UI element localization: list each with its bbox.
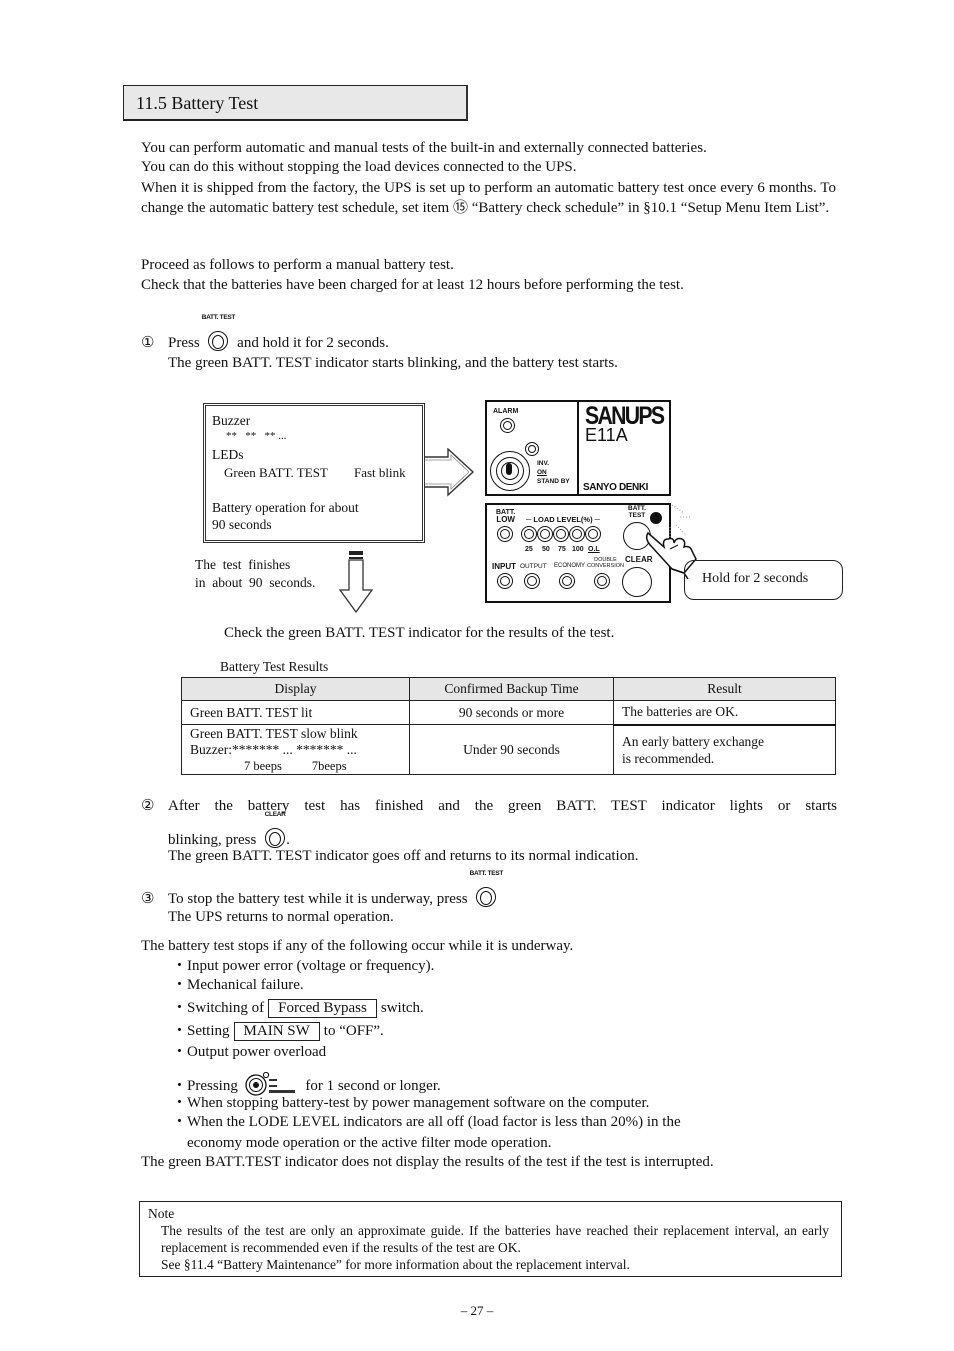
interrupted-note: The green BATT.TEST indicator does not d… [141, 1154, 714, 1170]
ups-panel-top: ALARM INV. ON STAND BY SANUPS E11A SANYO… [485, 400, 671, 496]
batt-low-label: BATT. LOW [496, 509, 516, 524]
section-title-box: 11.5 Battery Test [123, 85, 468, 121]
stop-item: ・Input power error (voltage or frequency… [172, 958, 435, 974]
load-led-75 [553, 526, 569, 542]
right-arrow-icon [425, 448, 475, 497]
stop-item: ・Mechanical failure. [172, 977, 304, 993]
manual-intro-line-2: Check that the batteries have been charg… [141, 277, 684, 293]
manual-intro-line-1: Proceed as follows to perform a manual b… [141, 257, 454, 273]
section-title: 11.5 Battery Test [136, 93, 259, 113]
table-header-row: Display Confirmed Backup Time Result [181, 677, 836, 701]
stop-item-lode-level: ・When the LODE LEVEL indicators are all … [172, 1114, 681, 1130]
batt-test-button-icon: BATT. TEST [202, 314, 235, 352]
batt-low-led [497, 526, 513, 542]
model-name: E11A [585, 425, 628, 445]
output-led [524, 573, 540, 589]
note-label: Note [148, 1206, 175, 1221]
stop-item: ・Output power overload [172, 1044, 327, 1060]
load-led-50 [537, 526, 553, 542]
check-results-text: Check the green BATT. TEST indicator for… [224, 625, 615, 641]
intro-line-2: You can do this without stopping the loa… [141, 159, 577, 175]
step-3-detail: The UPS returns to normal operation. [168, 909, 394, 925]
header-result: Result [613, 677, 836, 701]
table-row: Green BATT. TEST lit 90 seconds or more … [181, 700, 836, 726]
maker-name: SANYO DENKI [583, 482, 649, 493]
table-row: Green BATT. TEST slow blink Buzzer:*****… [181, 724, 836, 775]
load-level-label: ─ LOAD LEVEL(%) ─ [526, 515, 600, 524]
step-1-detail: The green BATT. TEST indicator starts bl… [168, 355, 618, 371]
stop-conditions-intro: The battery test stops if any of the fol… [141, 938, 574, 954]
inv-led [525, 442, 539, 456]
hold-callout: Hold for 2 seconds [684, 560, 843, 600]
header-backup-time: Confirmed Backup Time [409, 677, 614, 701]
intro-paragraph-schedule: When it is shipped from the factory, the… [141, 180, 836, 216]
header-display: Display [181, 677, 410, 701]
step-2: ② After the battery test has finished and… [141, 798, 837, 814]
down-arrow-icon [338, 551, 374, 614]
clear-button-icon: CLEAR [264, 811, 286, 849]
load-led-25 [521, 526, 537, 542]
stop-item: ・When stopping battery-test by power man… [172, 1095, 650, 1111]
input-led [497, 573, 513, 589]
stop-item-forced-bypass: ・Switching of Forced Bypass switch. [172, 999, 424, 1018]
stop-item-pressing: ・Pressing for 1 second or longer. [172, 1071, 441, 1097]
buzzer-pattern: ** ** ** ... [226, 430, 287, 442]
load-led-ol [585, 526, 601, 542]
test-status-box: Buzzer ** ** ** ... LEDs Green BATT. TES… [203, 403, 425, 543]
double-conversion-led [594, 573, 610, 589]
inv-switch-icon [244, 1071, 295, 1096]
page-number: – 27 – [460, 1303, 494, 1318]
test-finish-note: The test finishes in about 90 seconds. [195, 557, 316, 590]
step-2-detail: The green BATT. TEST indicator goes off … [168, 848, 639, 864]
double-conversion-label: DOUBLE CONVERSION [587, 557, 624, 569]
batt-test-button-icon: BATT. TEST [470, 870, 503, 908]
intro-line-1: You can perform automatic and manual tes… [141, 140, 707, 156]
step-number: ① [141, 335, 155, 351]
battery-test-results-table: Display Confirmed Backup Time Result Gre… [181, 677, 836, 775]
table-caption: Battery Test Results [220, 659, 329, 674]
note-text: The results of the test are only an appr… [161, 1223, 829, 1255]
inv-switch[interactable] [490, 451, 530, 491]
main-sw-key: MAIN SW [233, 1022, 320, 1041]
forced-bypass-key: Forced Bypass [268, 999, 377, 1018]
alarm-led [500, 418, 515, 433]
step-3: ③ To stop the battery test while it is un… [141, 870, 504, 908]
stop-item-lode-level-cont: economy mode operation or the active fil… [187, 1135, 552, 1151]
stop-item-main-sw: ・Setting MAIN SW to “OFF”. [172, 1022, 384, 1041]
note-see: See §11.4 “Battery Maintenance” for more… [161, 1257, 630, 1272]
economy-led [559, 573, 575, 589]
note-box: Note The results of the test are only an… [139, 1201, 842, 1277]
step-1: ① Press BATT. TEST and hold it for 2 seco… [141, 314, 837, 354]
load-led-100 [569, 526, 585, 542]
